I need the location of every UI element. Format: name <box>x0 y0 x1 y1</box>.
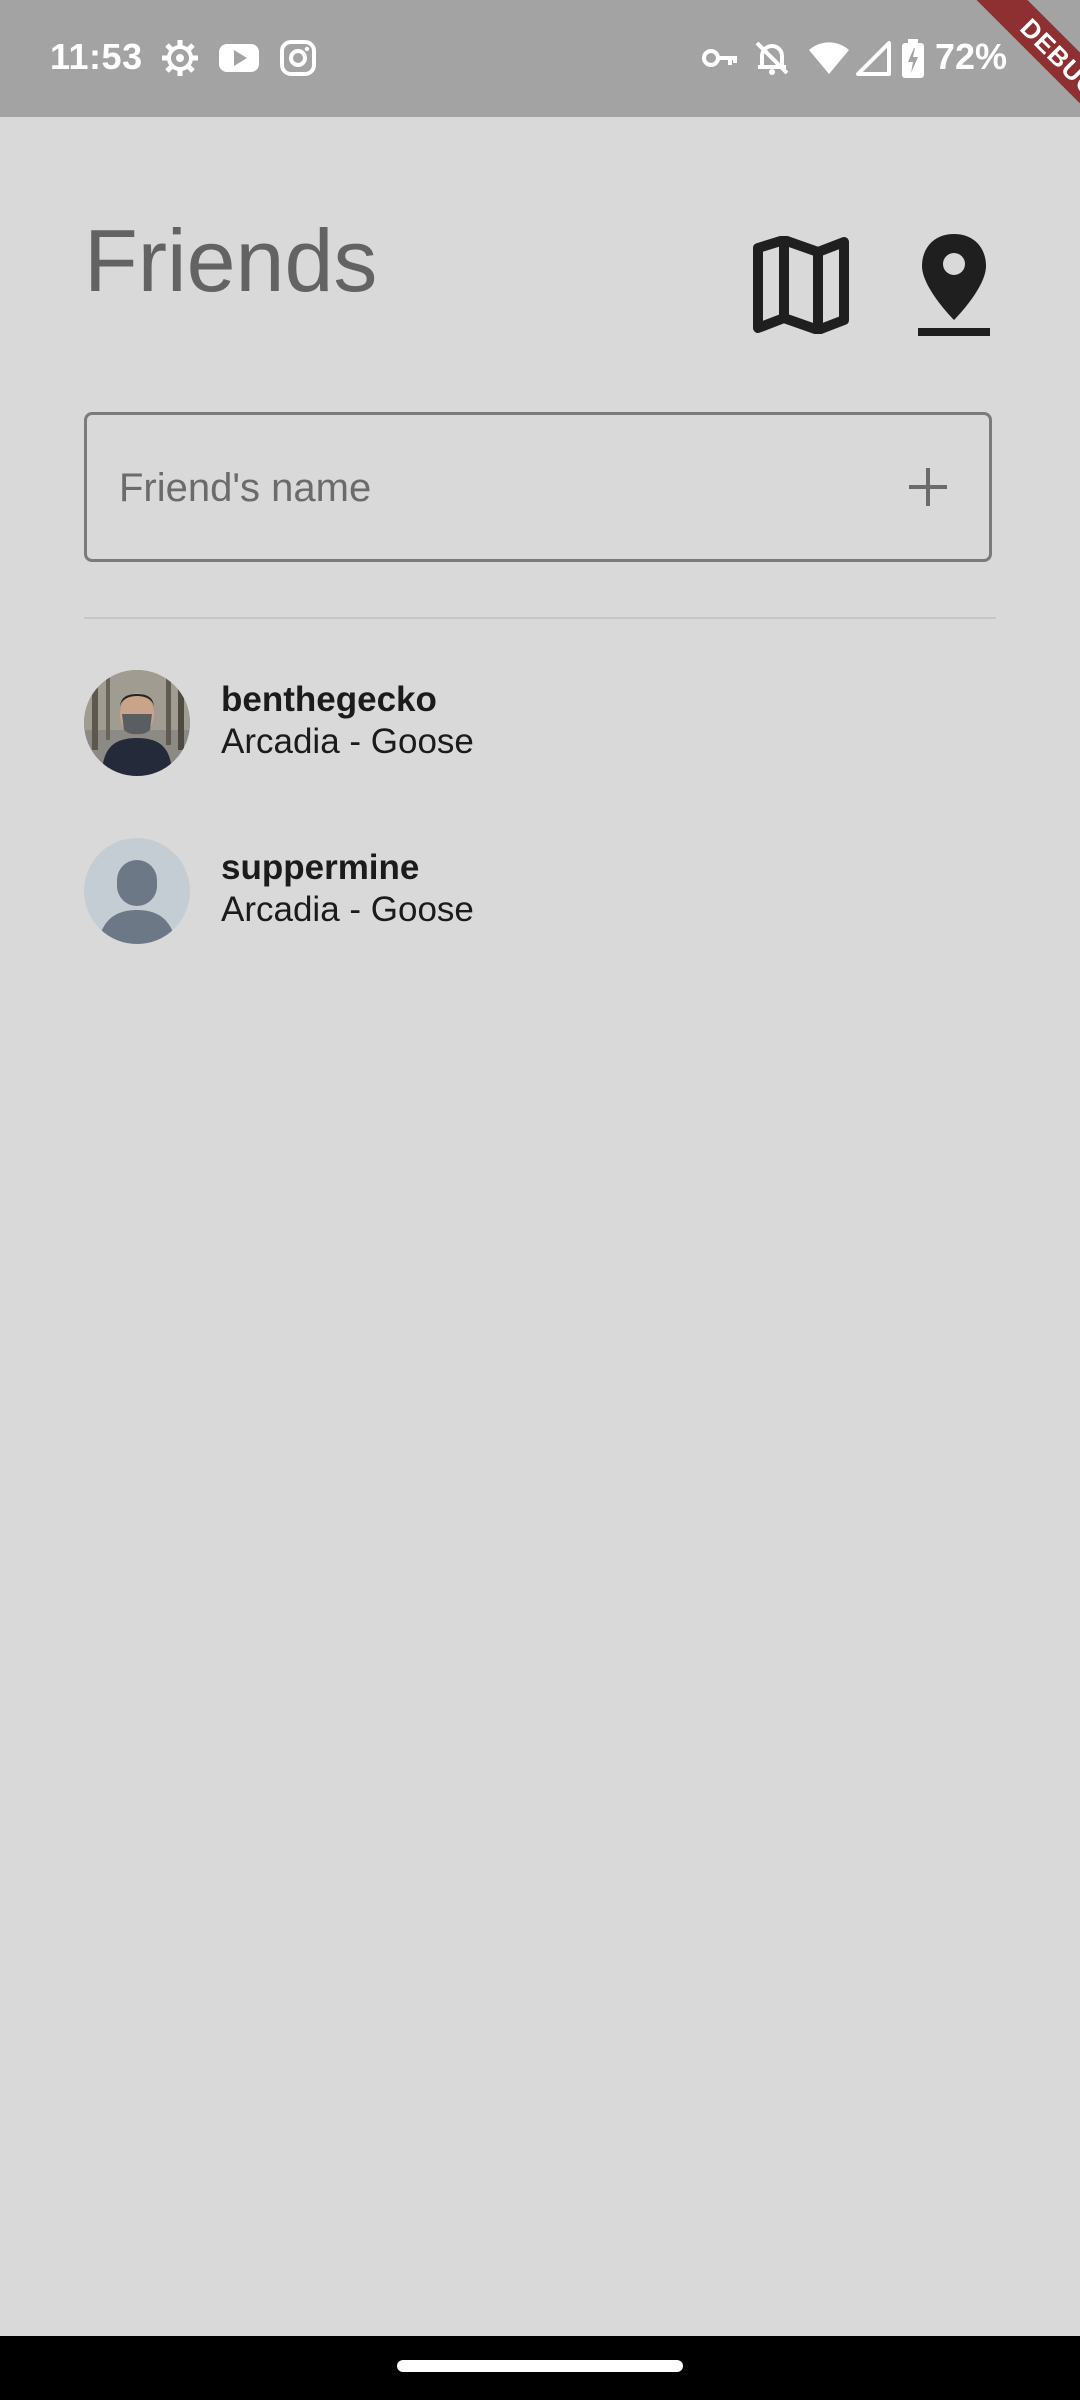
friend-list-item[interactable]: benthegecko Arcadia - Goose <box>84 670 996 780</box>
instagram-icon <box>280 40 316 76</box>
friend-name: suppermine <box>221 848 420 887</box>
friend-location: Arcadia - Goose <box>221 890 474 929</box>
home-indicator[interactable] <box>397 2360 683 2372</box>
vpn-key-icon <box>702 49 737 67</box>
default-person-icon <box>84 838 190 944</box>
friend-name: benthegecko <box>221 680 437 719</box>
battery-charging-icon <box>902 39 924 78</box>
status-bar: 11:53 72% <box>0 0 1080 117</box>
avatar <box>84 838 190 944</box>
map-icon[interactable] <box>752 236 850 334</box>
cellular-signal-icon <box>856 41 891 76</box>
avatar-photo <box>84 670 190 776</box>
settings-gear-icon <box>162 40 198 76</box>
location-pin-icon[interactable] <box>914 230 994 340</box>
add-friend-field <box>84 412 992 562</box>
battery-percentage: 72% <box>935 36 1008 77</box>
avatar <box>84 670 190 776</box>
wifi-icon <box>809 42 849 74</box>
page-title: Friends <box>84 211 378 310</box>
plus-icon[interactable] <box>903 462 953 512</box>
friend-location: Arcadia - Goose <box>221 722 474 761</box>
notifications-off-icon <box>755 41 789 75</box>
youtube-icon <box>219 44 259 72</box>
friend-name-input[interactable] <box>117 415 901 561</box>
status-time: 11:53 <box>50 36 143 77</box>
divider <box>84 617 996 619</box>
friend-list-item[interactable]: suppermine Arcadia - Goose <box>84 838 996 948</box>
